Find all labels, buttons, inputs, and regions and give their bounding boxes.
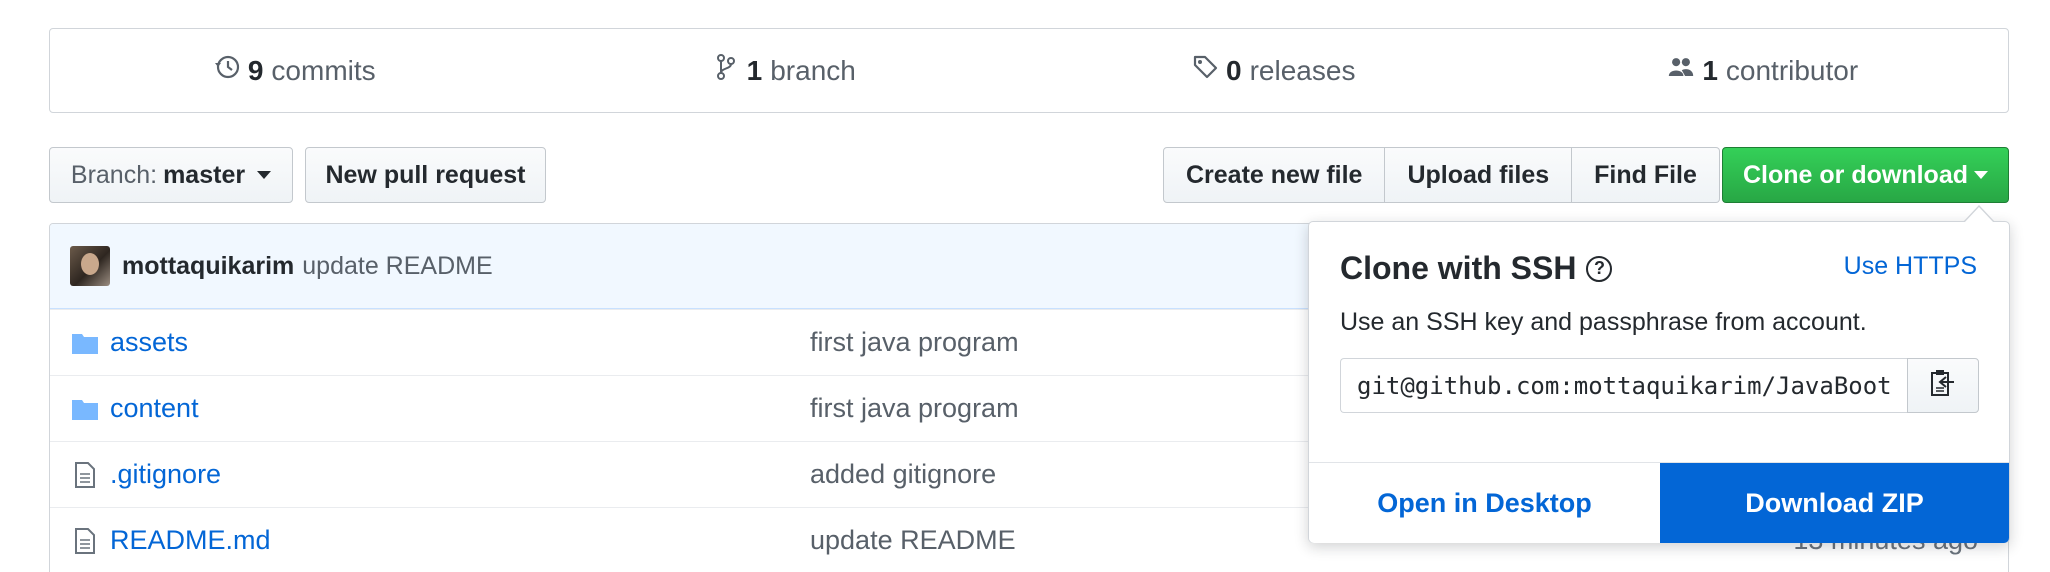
- find-file-button[interactable]: Find File: [1572, 147, 1720, 203]
- history-icon: [214, 53, 240, 88]
- releases-link[interactable]: 0 releases: [1029, 29, 1519, 112]
- branch-icon: [713, 53, 739, 88]
- contributors-label: contributor: [1725, 54, 1859, 86]
- popover-description: Use an SSH key and passphrase from accou…: [1340, 308, 1867, 336]
- branch-name: master: [163, 160, 246, 189]
- new-pull-request-button[interactable]: New pull request: [305, 147, 546, 203]
- file-icon: [70, 526, 100, 556]
- file-icon: [70, 460, 100, 490]
- branches-count: 1: [746, 54, 763, 86]
- popover-footer: Open in Desktop Download ZIP: [1309, 462, 2009, 543]
- commit-message[interactable]: update README: [302, 252, 492, 281]
- clone-popover: Clone with SSH ? Use HTTPS Use an SSH ke…: [1308, 205, 2010, 543]
- commit-author[interactable]: mottaquikarim: [122, 252, 294, 281]
- clone-or-download-button[interactable]: Clone or download: [1722, 147, 2009, 203]
- releases-count: 0: [1226, 54, 1242, 86]
- contributors-count: 1: [1702, 54, 1718, 86]
- create-new-file-button[interactable]: Create new file: [1163, 147, 1386, 203]
- repo-summary-bar: 9 commits 1 branch 0 releases 1 contribu…: [49, 28, 2009, 113]
- clone-url-input[interactable]: [1340, 358, 1907, 413]
- popover-title: Clone with SSH ?: [1340, 250, 1613, 287]
- copy-to-clipboard-button[interactable]: [1907, 358, 1979, 413]
- commits-label: commits: [271, 54, 376, 86]
- download-zip-button[interactable]: Download ZIP: [1660, 463, 2009, 543]
- avatar[interactable]: [70, 246, 110, 286]
- popover-title-text: Clone with SSH: [1340, 250, 1577, 286]
- file-actions-group: Create new file Upload files Find File: [1163, 147, 1720, 203]
- tag-icon: [1192, 53, 1218, 88]
- open-in-desktop-button[interactable]: Open in Desktop: [1309, 463, 1660, 543]
- releases-label: releases: [1249, 54, 1356, 86]
- file-name-link[interactable]: README.md: [110, 525, 810, 556]
- file-commit-message[interactable]: update README: [810, 525, 1016, 556]
- use-https-link[interactable]: Use HTTPS: [1844, 252, 1977, 281]
- clone-or-download-label: Clone or download: [1743, 160, 1968, 189]
- file-commit-message[interactable]: first java program: [810, 327, 1019, 358]
- file-commit-message[interactable]: added gitignore: [810, 459, 996, 490]
- file-name-link[interactable]: content: [110, 393, 810, 424]
- caret-down-icon: [1974, 171, 1988, 179]
- people-icon: [1668, 53, 1694, 88]
- file-name-link[interactable]: assets: [110, 327, 810, 358]
- commits-link[interactable]: 9 commits: [50, 29, 540, 112]
- branches-label: branch: [770, 54, 856, 86]
- commits-count: 9: [247, 54, 264, 86]
- branches-link[interactable]: 1 branch: [540, 29, 1030, 112]
- folder-icon: [70, 394, 100, 424]
- file-commit-message[interactable]: first java program: [810, 393, 1019, 424]
- folder-icon: [70, 328, 100, 358]
- contributors-link[interactable]: 1 contributor: [1519, 29, 2009, 112]
- upload-files-button[interactable]: Upload files: [1385, 147, 1573, 203]
- branch-prefix: Branch:: [70, 160, 158, 189]
- clipboard-icon: [1930, 368, 1956, 403]
- help-icon[interactable]: ?: [1586, 255, 1613, 282]
- file-name-link[interactable]: .gitignore: [110, 459, 810, 490]
- branch-select-button[interactable]: Branch: master: [49, 147, 293, 203]
- caret-down-icon: [257, 171, 272, 179]
